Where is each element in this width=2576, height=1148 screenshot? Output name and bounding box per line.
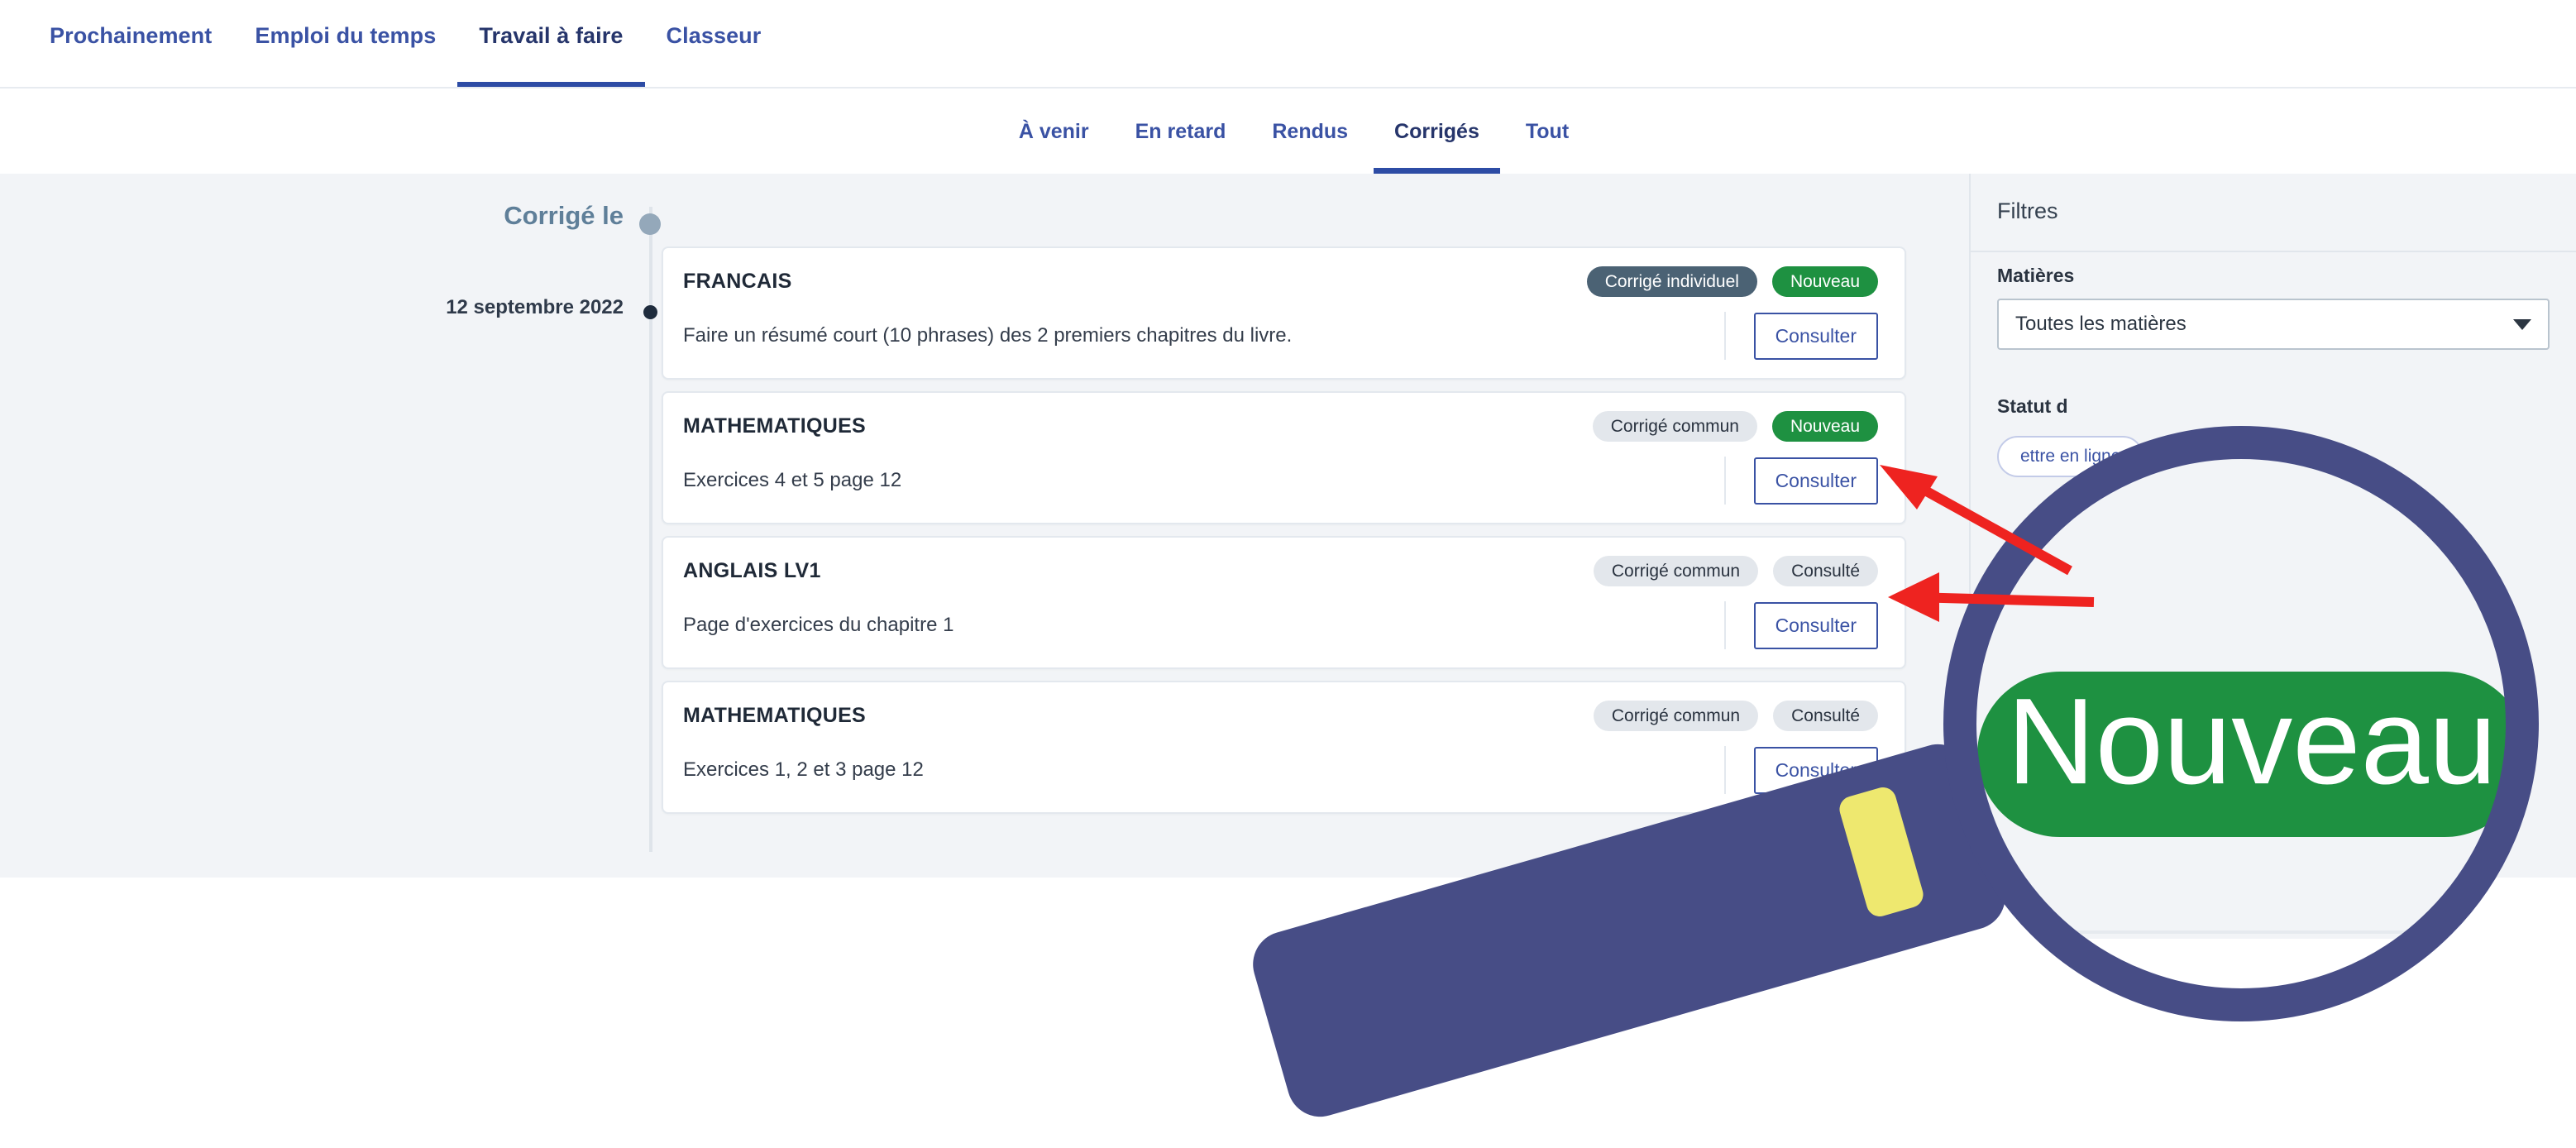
status-badge: Consulté bbox=[1773, 701, 1878, 731]
homework-card[interactable]: FRANCAIS Corrigé individuel Nouveau Fair… bbox=[662, 246, 1906, 380]
card-body: Page d'exercices du chapitre 1 Consulter bbox=[663, 596, 1905, 667]
status-badge: Consulté bbox=[1773, 556, 1878, 586]
card-divider bbox=[1723, 457, 1726, 505]
card-badges: Corrigé commun Consulté bbox=[1593, 701, 1878, 731]
homework-card[interactable]: MATHEMATIQUES Corrigé commun Nouveau Exe… bbox=[662, 391, 1906, 524]
filters-panel: Filtres Matières Toutes les matières Sta… bbox=[1969, 174, 2576, 878]
consulter-button[interactable]: Consulter bbox=[1753, 312, 1878, 360]
card-subject: ANGLAIS LV1 bbox=[683, 559, 821, 582]
timeline-rail bbox=[649, 207, 652, 852]
tab-a-venir[interactable]: À venir bbox=[996, 88, 1112, 174]
card-header: FRANCAIS Corrigé individuel Nouveau bbox=[663, 248, 1905, 307]
card-body: Exercices 4 et 5 page 12 Consulter bbox=[663, 452, 1905, 523]
secondary-nav-list: À venir En retard Rendus Corrigés Tout bbox=[996, 88, 1592, 174]
homework-content-area: Corrigé le 12 septembre 2022 FRANCAIS Co… bbox=[0, 174, 2576, 878]
card-header: MATHEMATIQUES Corrigé commun Consulté bbox=[663, 682, 1905, 741]
nav-item-prochainement[interactable]: Prochainement bbox=[28, 0, 233, 87]
chevron-down-icon bbox=[2513, 318, 2531, 330]
matieres-selected-value: Toutes les matières bbox=[2015, 313, 2186, 335]
correction-type-badge: Corrigé commun bbox=[1593, 556, 1759, 586]
matieres-select[interactable]: Toutes les matières bbox=[1997, 299, 2550, 350]
timeline-date-dot-icon bbox=[643, 305, 657, 319]
card-divider bbox=[1723, 312, 1726, 360]
statut-pill-remettre-en-ligne[interactable]: ettre en ligne bbox=[1997, 436, 2144, 477]
timeline-head-dot-icon bbox=[639, 213, 661, 235]
homework-card-list: FRANCAIS Corrigé individuel Nouveau Fair… bbox=[662, 246, 1906, 825]
filter-group-matieres: Matières Toutes les matières Statut d et… bbox=[1971, 265, 2576, 477]
card-description: Exercices 1, 2 et 3 page 12 bbox=[683, 758, 924, 781]
matieres-label: Matières bbox=[1997, 265, 2075, 286]
card-description: Exercices 4 et 5 page 12 bbox=[683, 469, 902, 491]
timeline-heading: Corrigé le bbox=[504, 201, 624, 230]
homework-card[interactable]: MATHEMATIQUES Corrigé commun Consulté Ex… bbox=[662, 681, 1906, 814]
status-badge: Nouveau bbox=[1771, 411, 1878, 442]
nav-item-classeur[interactable]: Classeur bbox=[645, 0, 783, 87]
nav-item-emploi-du-temps[interactable]: Emploi du temps bbox=[233, 0, 457, 87]
card-subject: MATHEMATIQUES bbox=[683, 414, 867, 438]
tab-corriges[interactable]: Corrigés bbox=[1371, 88, 1503, 174]
card-badges: Corrigé commun Nouveau bbox=[1592, 411, 1878, 442]
tab-tout[interactable]: Tout bbox=[1503, 88, 1592, 174]
card-badges: Corrigé commun Consulté bbox=[1593, 556, 1878, 586]
status-badge: Nouveau bbox=[1771, 266, 1878, 297]
consulter-button[interactable]: Consulter bbox=[1753, 601, 1878, 649]
timeline-date: 12 septembre 2022 bbox=[446, 296, 624, 318]
filters-title: Filtres bbox=[1997, 199, 2058, 223]
card-body: Faire un résumé court (10 phrases) des 2… bbox=[663, 307, 1905, 378]
timeline-column: Corrigé le 12 septembre 2022 bbox=[0, 174, 653, 878]
card-body: Exercices 1, 2 et 3 page 12 Consulter bbox=[663, 741, 1905, 812]
tab-en-retard[interactable]: En retard bbox=[1112, 88, 1250, 174]
correction-type-badge: Corrigé commun bbox=[1593, 701, 1759, 731]
filters-divider bbox=[1971, 251, 2576, 252]
card-subject: MATHEMATIQUES bbox=[683, 704, 867, 727]
card-divider bbox=[1723, 601, 1726, 649]
primary-nav-list: Prochainement Emploi du temps Travail à … bbox=[0, 0, 2576, 87]
homework-card[interactable]: ANGLAIS LV1 Corrigé commun Consulté Page… bbox=[662, 536, 1906, 669]
correction-type-badge: Corrigé individuel bbox=[1586, 266, 1757, 297]
card-subject: FRANCAIS bbox=[683, 270, 792, 293]
correction-type-badge: Corrigé commun bbox=[1592, 411, 1757, 442]
card-badges: Corrigé individuel Nouveau bbox=[1586, 266, 1878, 297]
card-divider bbox=[1723, 746, 1726, 794]
consulter-button[interactable]: Consulter bbox=[1753, 746, 1878, 794]
tab-rendus[interactable]: Rendus bbox=[1249, 88, 1371, 174]
card-description: Page d'exercices du chapitre 1 bbox=[683, 614, 954, 636]
card-header: ANGLAIS LV1 Corrigé commun Consulté bbox=[663, 538, 1905, 596]
statut-pill-row: ettre en ligne bbox=[1997, 436, 2550, 477]
statut-label: Statut d bbox=[1997, 395, 2068, 417]
card-description: Faire un résumé court (10 phrases) des 2… bbox=[683, 324, 1293, 347]
secondary-navigation-bar: À venir En retard Rendus Corrigés Tout bbox=[0, 88, 2576, 174]
consulter-button[interactable]: Consulter bbox=[1753, 457, 1878, 505]
nav-item-travail-a-faire[interactable]: Travail à faire bbox=[457, 0, 645, 87]
card-header: MATHEMATIQUES Corrigé commun Nouveau bbox=[663, 393, 1905, 452]
primary-navigation-bar: Prochainement Emploi du temps Travail à … bbox=[0, 0, 2576, 88]
